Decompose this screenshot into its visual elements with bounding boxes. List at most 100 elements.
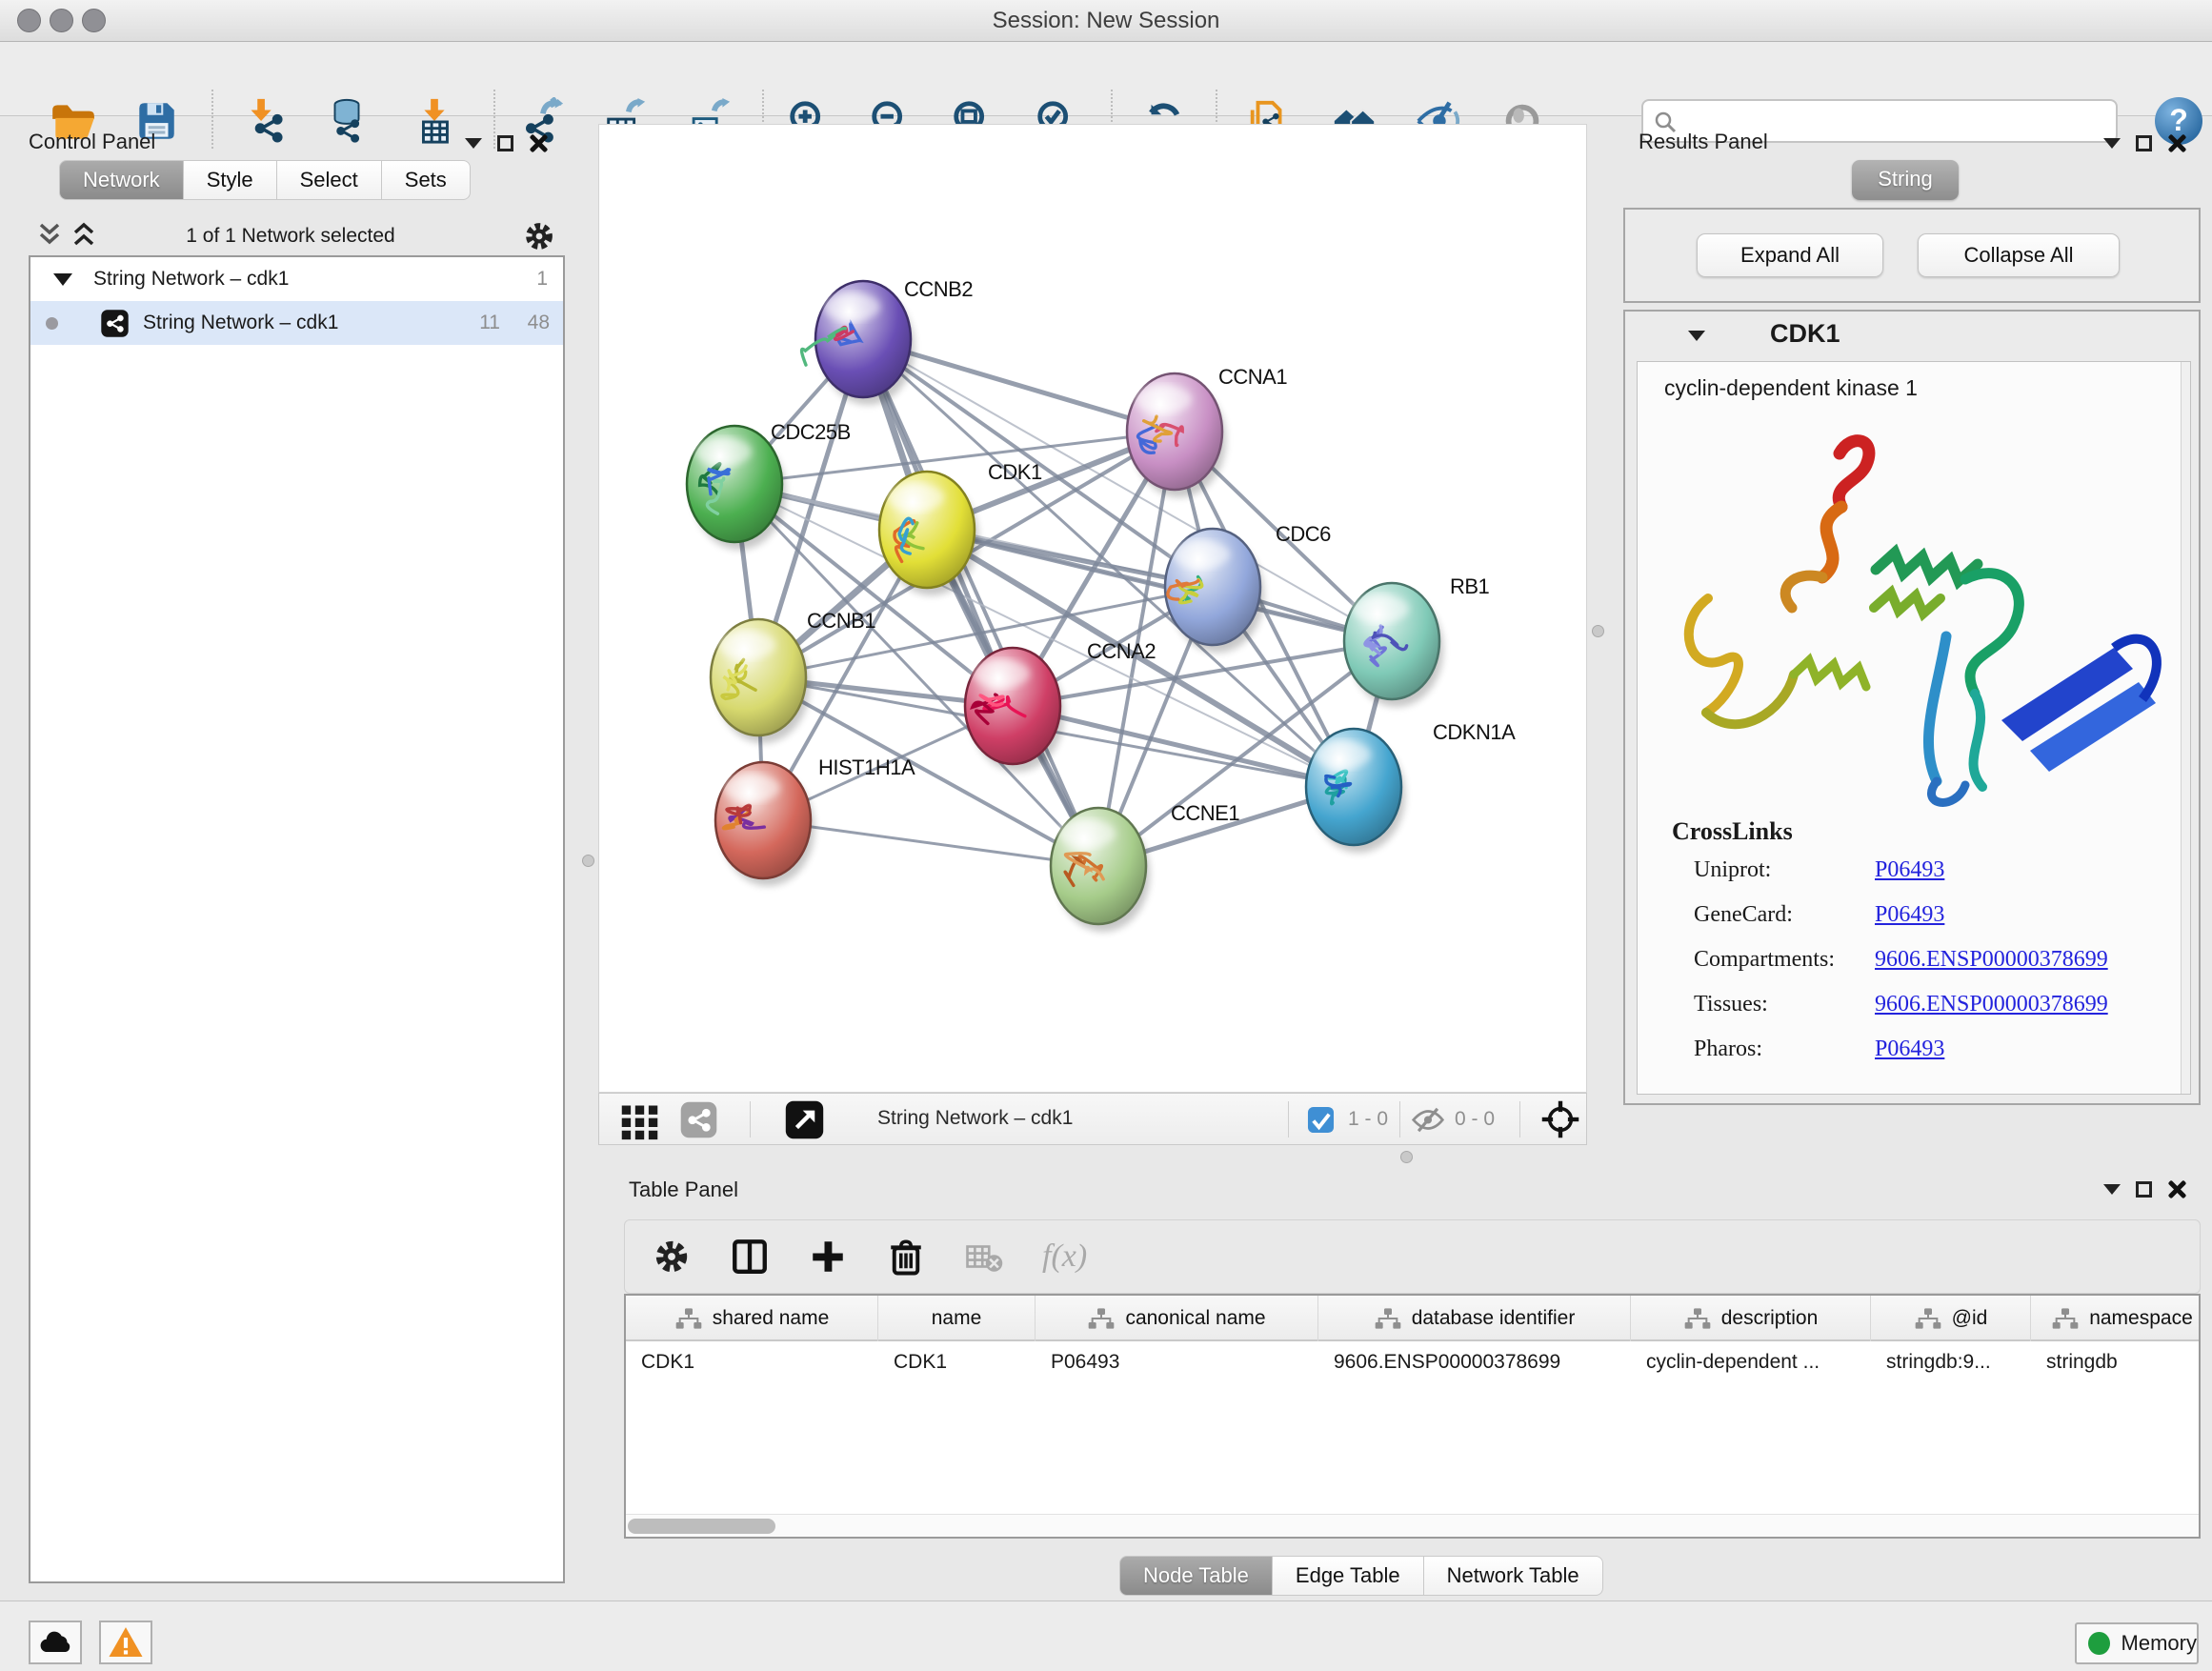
selected-checkbox-icon[interactable] <box>1307 1106 1335 1134</box>
panel-float-icon[interactable] <box>2136 135 2152 151</box>
column-header-database-identifier[interactable]: database identifier <box>1318 1296 1631 1341</box>
network-node-CCNA1[interactable]: CCNA1 <box>1127 365 1287 497</box>
crosslink-label: Pharos: <box>1694 1037 1762 1062</box>
cloud-status-button[interactable] <box>29 1621 82 1664</box>
import-table-icon <box>411 97 458 145</box>
delete-column-icon[interactable] <box>886 1237 926 1277</box>
node-table: shared namenamecanonical namedatabase id… <box>624 1294 2201 1539</box>
import-network-file-button[interactable] <box>238 95 288 147</box>
column-type-icon <box>1087 1307 1116 1330</box>
scrollbar-thumb[interactable] <box>628 1519 775 1534</box>
collapse-all-button[interactable]: Collapse All <box>1918 233 2120 277</box>
node-label-HIST1H1A: HIST1H1A <box>818 755 915 779</box>
network-node-CDC6[interactable]: CDC6 <box>1165 522 1331 653</box>
right-divider-handle[interactable] <box>1592 625 1604 637</box>
string-style-icon[interactable] <box>679 1100 718 1139</box>
column-header-description[interactable]: description <box>1631 1296 1871 1341</box>
node-label-RB1: RB1 <box>1450 574 1490 598</box>
crosslink-link[interactable]: 9606.ENSP00000378699 <box>1875 992 2108 1017</box>
network-node-CCNB2[interactable]: CCNB2 <box>802 277 974 405</box>
status-bar: Memory <box>0 1601 2212 1671</box>
results-scrollbar[interactable] <box>2181 362 2190 1094</box>
tab-sets[interactable]: Sets <box>382 160 471 200</box>
network-row-selected[interactable]: String Network – cdk1 11 48 <box>30 301 563 345</box>
table-panel-controls <box>2103 1179 2186 1198</box>
memory-button[interactable]: Memory <box>2075 1622 2199 1664</box>
table-cell[interactable]: 9606.ENSP00000378699 <box>1334 1351 1560 1374</box>
panel-menu-icon[interactable] <box>2103 1184 2121 1195</box>
table-panel-tabs: Node TableEdge TableNetwork Table <box>1119 1556 1603 1596</box>
tab-style[interactable]: Style <box>184 160 277 200</box>
collection-expand-caret[interactable] <box>53 273 72 286</box>
crosslink-label: GeneCard: <box>1694 902 1793 928</box>
network-node-CCNB1[interactable]: CCNB1 <box>711 609 875 743</box>
network-view-canvas[interactable]: CCNB2CCNA1CDC25BCDK1CDC6RB1CCNB1CCNA2HIS… <box>598 124 1587 1093</box>
table-cell[interactable]: CDK1 <box>641 1351 694 1374</box>
column-header-label: description <box>1721 1307 1819 1330</box>
node-label-CDC25B: CDC25B <box>771 420 851 444</box>
add-column-icon[interactable] <box>808 1237 848 1277</box>
network-edge-count: 48 <box>528 312 550 334</box>
table-cell[interactable]: stringdb:9... <box>1886 1351 1991 1374</box>
tab-string[interactable]: String <box>1852 160 1959 200</box>
panel-menu-icon[interactable] <box>2103 138 2121 149</box>
panel-close-icon[interactable] <box>2167 1179 2186 1198</box>
network-options-gear-icon[interactable] <box>522 219 556 253</box>
column-header-name[interactable]: name <box>878 1296 1036 1341</box>
tab-edge-table[interactable]: Edge Table <box>1273 1556 1424 1596</box>
expand-all-button[interactable]: Expand All <box>1697 233 1883 277</box>
grid-view-icon[interactable] <box>618 1098 661 1141</box>
import-table-button[interactable] <box>410 95 459 147</box>
panel-float-icon[interactable] <box>2136 1181 2152 1198</box>
column-type-icon <box>674 1307 703 1330</box>
tab-network-table[interactable]: Network Table <box>1424 1556 1603 1596</box>
tab-select[interactable]: Select <box>277 160 382 200</box>
column-header-namespace[interactable]: namespace <box>2031 1296 2201 1341</box>
panel-close-icon[interactable] <box>2167 133 2186 152</box>
network-graph[interactable]: CCNB2CCNA1CDC25BCDK1CDC6RB1CCNB1CCNA2HIS… <box>599 125 1586 1092</box>
expand-all-tree-icon[interactable] <box>70 221 97 248</box>
warnings-button[interactable] <box>99 1621 152 1664</box>
network-collection-row[interactable]: String Network – cdk1 1 <box>30 257 563 301</box>
column-header-shared-name[interactable]: shared name <box>626 1296 878 1341</box>
toolbar-separator <box>211 90 213 149</box>
tab-network[interactable]: Network <box>59 160 184 200</box>
network-tree: String Network – cdk1 1 String Network –… <box>29 255 565 1583</box>
collapse-all-tree-icon[interactable] <box>36 221 63 248</box>
bottom-divider-handle[interactable] <box>1400 1151 1413 1163</box>
panel-close-icon[interactable] <box>529 133 548 152</box>
footer-separator <box>1288 1101 1289 1137</box>
table-cell[interactable]: cyclin-dependent ... <box>1646 1351 1820 1374</box>
table-cell[interactable]: CDK1 <box>894 1351 947 1374</box>
network-edge <box>863 339 1098 866</box>
table-cell[interactable]: stringdb <box>2046 1351 2118 1374</box>
network-node-CDKN1A[interactable]: CDKN1A <box>1306 720 1516 853</box>
column-header-@id[interactable]: @id <box>1871 1296 2031 1341</box>
tab-node-table[interactable]: Node Table <box>1119 1556 1273 1596</box>
panel-menu-icon[interactable] <box>465 138 482 149</box>
crosslink-link[interactable]: P06493 <box>1875 902 1944 928</box>
table-horizontal-scrollbar[interactable] <box>626 1514 2199 1537</box>
column-header-canonical-name[interactable]: canonical name <box>1036 1296 1318 1341</box>
network-node-RB1[interactable]: RB1 <box>1344 574 1490 707</box>
show-columns-icon[interactable] <box>730 1237 770 1277</box>
crosslink-link[interactable]: 9606.ENSP00000378699 <box>1875 947 2108 973</box>
network-node-CCNE1[interactable]: CCNE1 <box>1051 801 1239 932</box>
table-options-gear-icon[interactable] <box>652 1237 692 1277</box>
detach-view-icon[interactable] <box>784 1099 825 1140</box>
entry-collapse-caret[interactable] <box>1688 331 1705 341</box>
crosslink-link[interactable]: P06493 <box>1875 1037 1944 1062</box>
left-divider-handle[interactable] <box>582 855 594 867</box>
panel-float-icon[interactable] <box>497 135 513 151</box>
import-network-database-button[interactable] <box>322 95 372 147</box>
network-node-HIST1H1A[interactable]: HIST1H1A <box>715 755 915 886</box>
table-cell[interactable]: P06493 <box>1051 1351 1119 1374</box>
network-node-CDK1[interactable]: CDK1 <box>879 460 1042 595</box>
results-actions-box: Expand All Collapse All <box>1623 208 2201 303</box>
results-entry-box: CDK1 cyclin-dependent kinase 1 Cross <box>1623 310 2201 1105</box>
crosslink-link[interactable]: P06493 <box>1875 857 1944 883</box>
network-node-CDC25B[interactable]: CDC25B <box>687 420 851 550</box>
control-panel-controls <box>465 133 548 152</box>
birdseye-crosshair-icon[interactable] <box>1540 1099 1580 1139</box>
column-type-icon <box>1683 1307 1712 1330</box>
